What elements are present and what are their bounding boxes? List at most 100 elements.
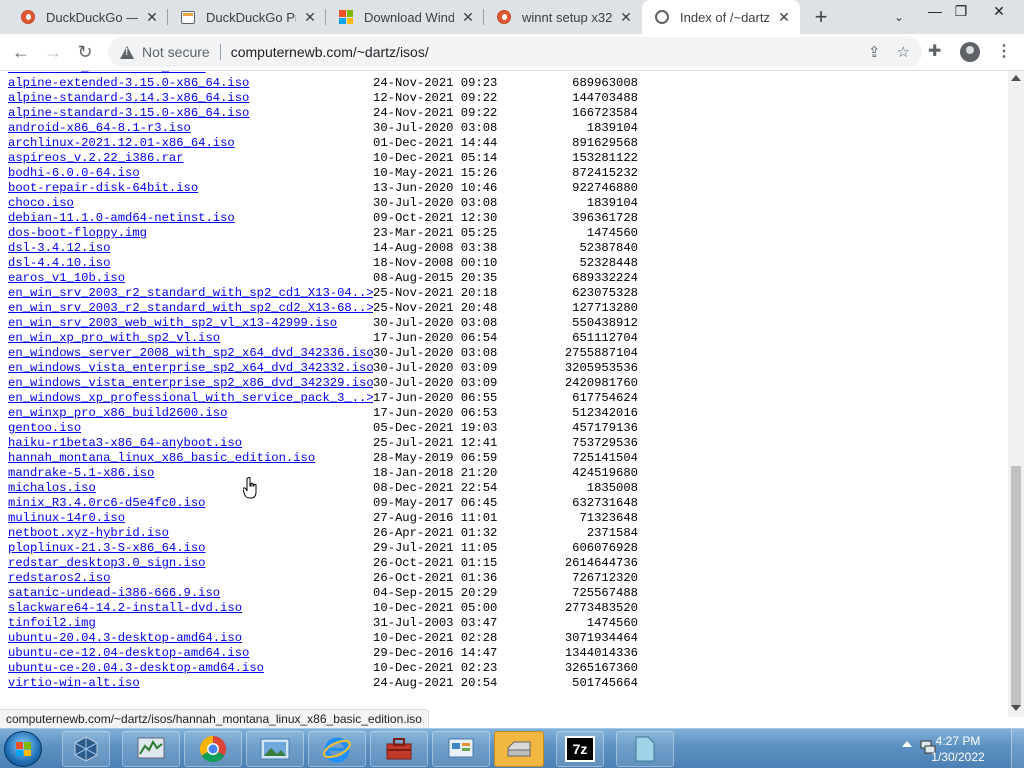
file-link[interactable]: ubuntu-ce-20.04.3-desktop-amd64.iso (8, 661, 373, 676)
profile-avatar-icon[interactable] (960, 42, 980, 62)
file-link[interactable]: minix_R3.4.0rc6-d5e4fc0.iso (8, 496, 373, 511)
file-link[interactable]: en_win_srv_2003_r2_standard_with_sp2_cd1… (8, 286, 373, 301)
file-link[interactable]: archlinux-2021.12.01-x86_64.iso (8, 136, 373, 151)
security-status[interactable]: Not secure (142, 44, 210, 60)
file-link[interactable]: ubuntu-20.04.3-desktop-amd64.iso (8, 631, 373, 646)
file-link[interactable]: virtio-win-alt.iso (8, 676, 373, 691)
toolbox-icon[interactable] (370, 731, 428, 767)
file-link[interactable]: bodhi-6.0.0-64.iso (8, 166, 373, 181)
close-window-button[interactable]: ✕ (982, 0, 1016, 30)
file-link[interactable]: dsl-3.4.12.iso (8, 241, 373, 256)
file-link[interactable]: en_windows_server_2008_with_sp2_x64_dvd_… (8, 346, 373, 361)
hand-cursor-icon (243, 477, 257, 499)
file-link[interactable]: redstar_desktop3.0_sign.iso (8, 556, 373, 571)
file-size: 725567488 (572, 586, 638, 600)
file-date: 30-Jul-2020 03:08 (373, 121, 498, 135)
file-size: 3071934464 (564, 631, 638, 645)
file-link[interactable]: hannah_montana_linux_x86_basic_edition.i… (8, 451, 373, 466)
file-link[interactable]: satanic-undead-i386-666.9.iso (8, 586, 373, 601)
back-arrow-icon[interactable]: ← (8, 39, 34, 65)
file-link[interactable]: mandrake-5.1-x86.iso (8, 466, 373, 481)
file-link[interactable]: dos-boot-floppy.img (8, 226, 373, 241)
file-link[interactable]: haiku-r1beta3-x86_64-anyboot.iso (8, 436, 373, 451)
share-icon[interactable]: ⇪ (868, 43, 881, 61)
file-size: 1839104 (586, 121, 638, 135)
show-hidden-icons-chevron-icon[interactable] (902, 741, 912, 747)
task-manager-icon[interactable] (122, 731, 180, 767)
file-link[interactable]: alpine-standard-3.15.0-x86_64.iso (8, 106, 373, 121)
control-panel-icon[interactable] (432, 731, 490, 767)
system-clock[interactable]: 4:27 PM 1/30/2022 (928, 733, 988, 765)
new-tab-button[interactable]: + (808, 5, 834, 29)
url-text[interactable]: computernewb.com/~dartz/isos/ (231, 44, 429, 60)
file-link[interactable]: gentoo.iso (8, 421, 373, 436)
file-size: 753729536 (572, 436, 638, 450)
chrome-icon[interactable] (184, 731, 242, 767)
file-link[interactable]: choco.iso (8, 196, 373, 211)
file-link[interactable]: alpine-standard-3.14.3-x86_64.iso (8, 91, 373, 106)
close-tab-icon[interactable]: ✕ (618, 9, 634, 25)
file-link[interactable]: slackware64-14.2-install-dvd.iso (8, 601, 373, 616)
file-size: 689332224 (572, 271, 638, 285)
file-link[interactable]: netboot.xyz-hybrid.iso (8, 526, 373, 541)
file-link[interactable]: dsl-4.4.10.iso (8, 256, 373, 271)
scrollbar-thumb[interactable] (1011, 466, 1021, 707)
tab-download-windows[interactable]: Download Windo ✕ (326, 0, 484, 34)
tab-duckduckgo-2[interactable]: DuckDuckGo Priv ✕ (168, 0, 326, 34)
close-tab-icon[interactable]: ✕ (460, 9, 476, 25)
warning-icon[interactable] (120, 45, 134, 59)
file-link[interactable]: en_winxp_pro_x86_build2600.iso (8, 406, 373, 421)
tab-index-of-dartz[interactable]: Index of /~dartz/ ✕ (642, 0, 800, 34)
scroll-down-icon[interactable] (1011, 705, 1021, 711)
photo-viewer-icon[interactable] (246, 731, 304, 767)
file-link[interactable]: mulinux-14r0.iso (8, 511, 373, 526)
tab-duckduckgo-1[interactable]: DuckDuckGo — P ✕ (8, 0, 168, 34)
extensions-puzzle-icon[interactable]: ✚ (928, 41, 941, 61)
reload-icon[interactable]: ↻ (72, 39, 98, 65)
file-link[interactable]: en_windows_xp_professional_with_service_… (8, 391, 373, 406)
virtualbox-icon[interactable] (62, 731, 110, 767)
file-link[interactable]: alpine-extended-3.15.0-x86_64.iso (8, 76, 373, 91)
file-link[interactable]: en_windows_vista_enterprise_sp2_x64_dvd_… (8, 361, 373, 376)
file-link[interactable]: michalos.iso (8, 481, 373, 496)
file-row: dos-boot-floppy.img 23-Mar-2021 05:25 1474… (8, 226, 638, 241)
7zip-icon[interactable]: 7z (556, 731, 604, 767)
scroll-up-icon[interactable] (1011, 75, 1021, 81)
file-link[interactable]: android-x86_64-8.1-r3.iso (8, 121, 373, 136)
drive-icon[interactable] (494, 731, 544, 767)
file-link[interactable]: debian-11.1.0-amd64-netinst.iso (8, 211, 373, 226)
file-link[interactable]: tinfoil2.img (8, 616, 373, 631)
file-size: 457179136 (572, 421, 638, 435)
start-button[interactable] (4, 731, 42, 767)
file-link[interactable]: en_windows_vista_enterprise_sp2_x86_dvd_… (8, 376, 373, 391)
address-bar[interactable]: Not secure computernewb.com/~dartz/isos/… (108, 37, 922, 67)
close-tab-icon[interactable]: ✕ (776, 9, 792, 25)
bookmark-star-icon[interactable]: ☆ (897, 43, 910, 61)
tab-search-chevron-icon[interactable]: ⌄ (890, 7, 908, 27)
close-tab-icon[interactable]: ✕ (144, 9, 160, 25)
file-row: slackware64-14.2-install-dvd.iso 10-Dec-2… (8, 601, 638, 616)
file-date: 08-Dec-2021 22:54 (373, 481, 498, 495)
file-date: 04-Sep-2015 20:29 (373, 586, 498, 600)
document-icon (180, 9, 196, 25)
close-tab-icon[interactable]: ✕ (302, 9, 318, 25)
file-size: 512342016 (572, 406, 638, 420)
file-link[interactable]: ubuntu-ce-12.04-desktop-amd64.iso (8, 646, 373, 661)
file-link[interactable]: en_win_srv_2003_web_with_sp2_vl_x13-4299… (8, 316, 373, 331)
file-link[interactable]: redstaros2.iso (8, 571, 373, 586)
show-desktop-button[interactable] (1011, 729, 1024, 769)
file-size: 501745664 (572, 676, 638, 690)
file-link[interactable]: boot-repair-disk-64bit.iso (8, 181, 373, 196)
vertical-scrollbar[interactable] (1008, 71, 1024, 717)
file-link[interactable]: en_win_srv_2003_r2_standard_with_sp2_cd2… (8, 301, 373, 316)
forward-arrow-icon[interactable]: → (40, 39, 66, 65)
file-link[interactable]: en_win_xp_pro_with_sp2_vl.iso (8, 331, 373, 346)
restore-button[interactable]: ❐ (944, 0, 978, 30)
file-link[interactable]: ploplinux-21.3-S-x86_64.iso (8, 541, 373, 556)
internet-explorer-icon[interactable] (308, 731, 366, 767)
file-link[interactable]: aspireos_v.2.22_i386.rar (8, 151, 373, 166)
file-link[interactable]: earos_v1_10b.iso (8, 271, 373, 286)
file-icon[interactable] (616, 731, 674, 767)
tab-winnt-setup[interactable]: winnt setup x32 a ✕ (484, 0, 642, 34)
menu-kebab-icon[interactable]: ⋮ (996, 41, 1012, 61)
